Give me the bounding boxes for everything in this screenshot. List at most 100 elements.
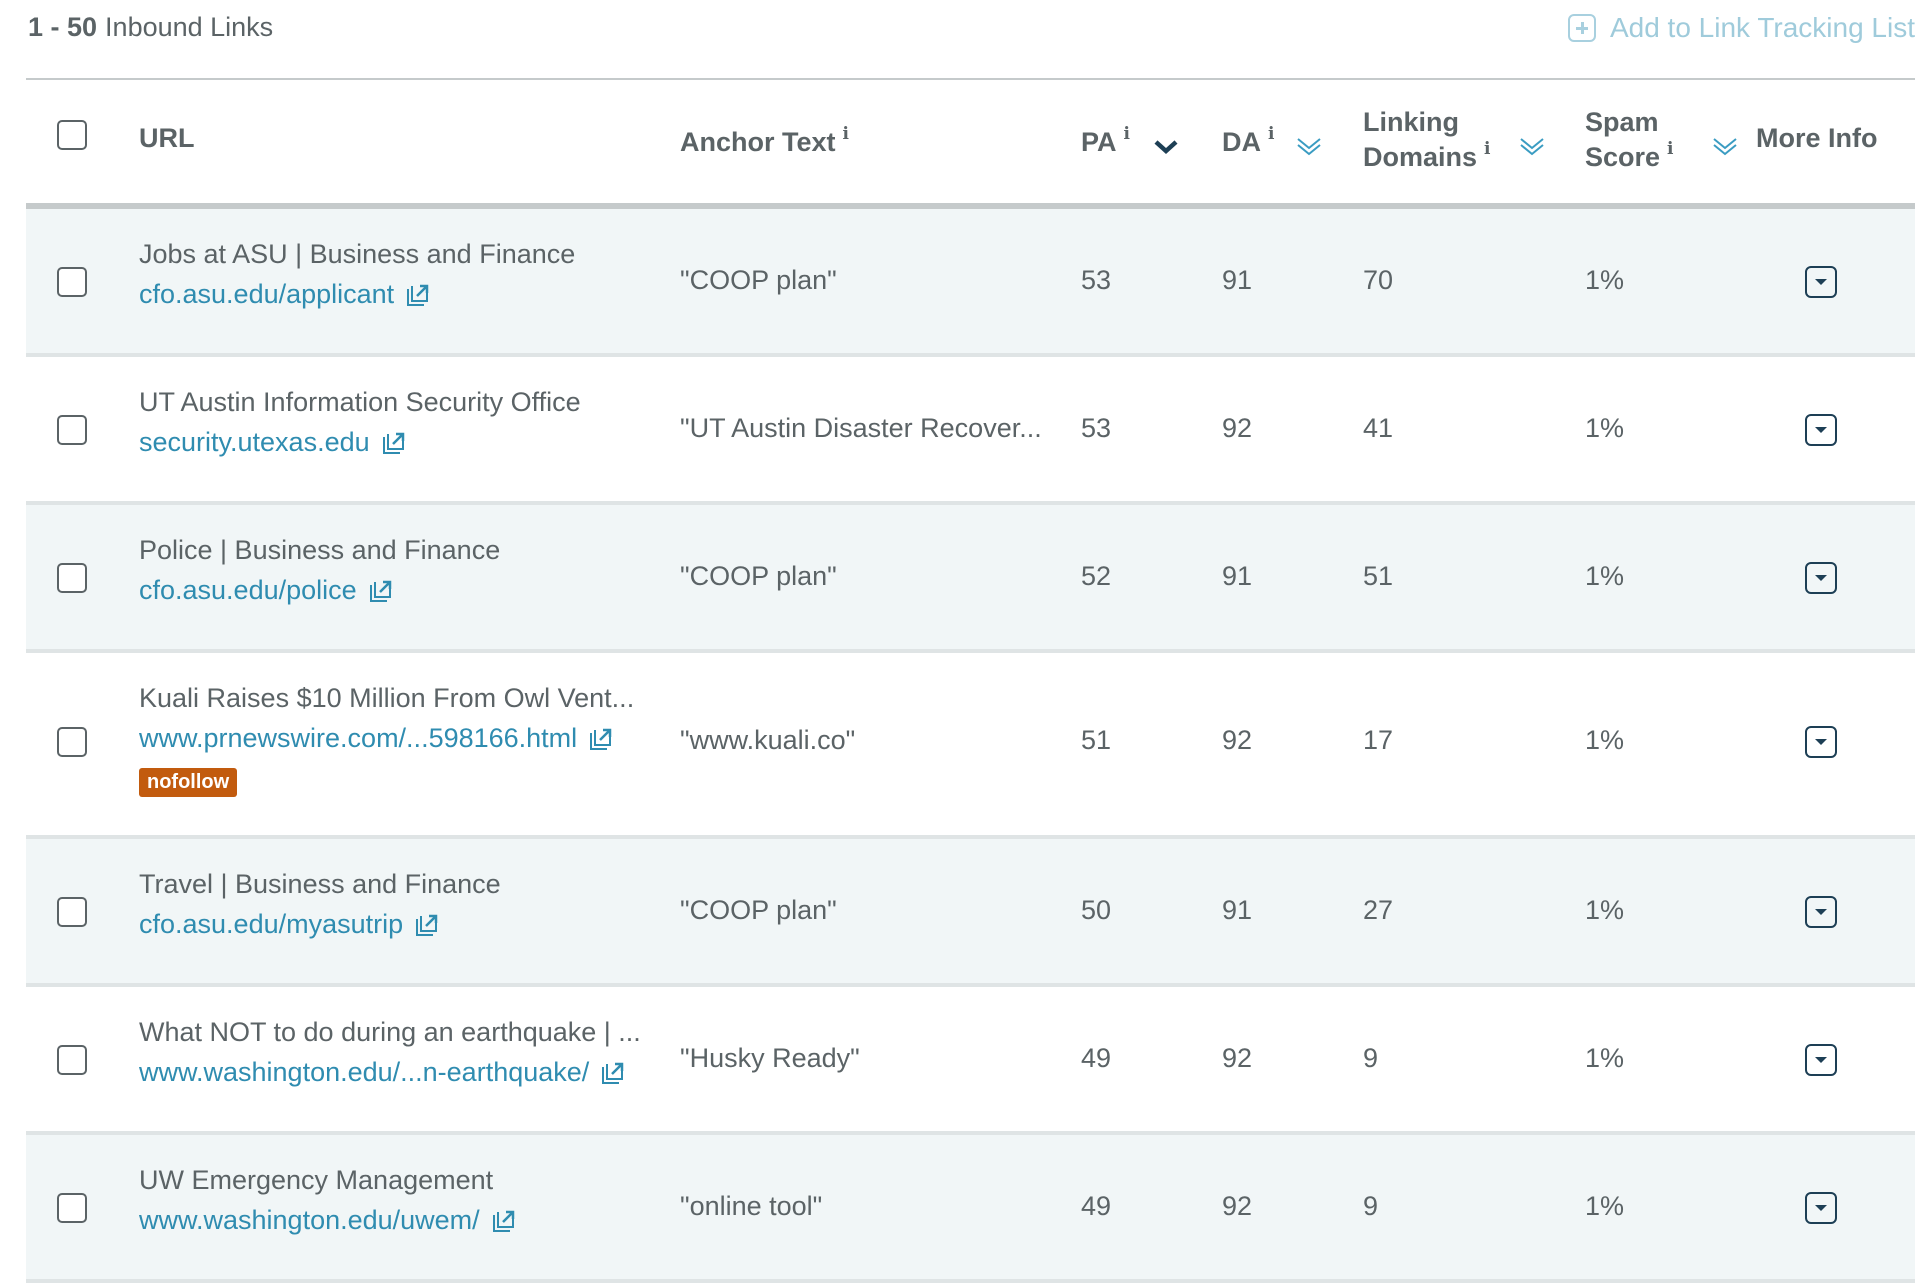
more-info-dropdown-button[interactable]: [1805, 726, 1837, 758]
external-link-icon[interactable]: [492, 1209, 516, 1233]
linking-domains-value: 70: [1363, 265, 1394, 295]
page-url-link[interactable]: security.utexas.edu: [139, 427, 406, 458]
table-row: Kuali Raises $10 Million From Owl Vent..…: [26, 653, 1915, 839]
sort-double-chevron-icon[interactable]: [1518, 136, 1546, 158]
linking-domains-value: 41: [1363, 413, 1394, 443]
pa-value: 49: [1081, 1043, 1112, 1073]
page-title: UW Emergency Management: [139, 1165, 494, 1195]
column-header-url[interactable]: URL: [139, 121, 195, 156]
da-value: 91: [1222, 265, 1253, 295]
add-to-link-tracking-list-label: Add to Link Tracking List: [1609, 12, 1915, 43]
page-title: Kuali Raises $10 Million From Owl Vent..…: [139, 683, 635, 713]
pa-value: 51: [1081, 725, 1112, 755]
add-to-link-tracking-list-button[interactable]: Add to Link Tracking List: [1567, 12, 1915, 44]
anchor-text: "UT Austin Disaster Recover...: [680, 413, 1042, 443]
spam-score-value: 1%: [1585, 413, 1625, 443]
spam-score-value: 1%: [1585, 561, 1625, 591]
pa-value: 50: [1081, 895, 1112, 925]
da-value: 91: [1222, 895, 1253, 925]
external-link-icon[interactable]: [369, 579, 393, 603]
page-title: Travel | Business and Finance: [139, 869, 501, 899]
info-icon[interactable]: i: [1268, 124, 1274, 144]
external-link-icon[interactable]: [382, 431, 406, 455]
column-header-anchor-label: Anchor Text: [680, 127, 836, 157]
table-row: UT Austin Information Security Office se…: [26, 357, 1915, 505]
results-range: 1 - 50: [28, 12, 98, 42]
table-header: URL Anchor Text i PA i DA i Linking Domains…: [26, 80, 1915, 209]
page-url: security.utexas.edu: [139, 427, 370, 457]
page-url-link[interactable]: cfo.asu.edu/myasutrip: [139, 909, 439, 940]
external-link-icon[interactable]: [589, 727, 613, 751]
column-header-da-label: DA: [1222, 127, 1261, 157]
column-header-pa-label: PA: [1081, 127, 1117, 157]
page-url: www.prnewswire.com/...598166.html: [139, 723, 578, 753]
more-info-dropdown-button[interactable]: [1805, 414, 1837, 446]
row-checkbox[interactable]: [57, 727, 87, 757]
select-all-checkbox[interactable]: [57, 120, 87, 150]
column-header-spam-score[interactable]: Spam Score i: [1585, 105, 1674, 179]
spam-score-value: 1%: [1585, 725, 1625, 755]
da-value: 92: [1222, 1043, 1253, 1073]
info-icon[interactable]: i: [843, 124, 849, 144]
linking-domains-value: 27: [1363, 895, 1394, 925]
da-value: 91: [1222, 561, 1253, 591]
anchor-text: "COOP plan": [680, 895, 837, 925]
page-url-link[interactable]: cfo.asu.edu/police: [139, 575, 393, 606]
anchor-text: "Husky Ready": [680, 1043, 860, 1073]
linking-domains-value: 17: [1363, 725, 1394, 755]
column-header-spam-line1: Spam: [1585, 107, 1659, 137]
row-checkbox[interactable]: [57, 1045, 87, 1075]
anchor-text: "online tool": [680, 1191, 823, 1221]
external-link-icon[interactable]: [415, 913, 439, 937]
da-value: 92: [1222, 1191, 1253, 1221]
spam-score-value: 1%: [1585, 1191, 1625, 1221]
info-icon[interactable]: i: [1124, 124, 1130, 144]
row-checkbox[interactable]: [57, 415, 87, 445]
external-link-icon[interactable]: [601, 1061, 625, 1085]
row-checkbox[interactable]: [57, 897, 87, 927]
more-info-dropdown-button[interactable]: [1805, 896, 1837, 928]
column-header-pa[interactable]: PA i: [1081, 124, 1130, 164]
page-url-link[interactable]: cfo.asu.edu/applicant: [139, 279, 430, 310]
page-url-link[interactable]: www.washington.edu/uwem/: [139, 1205, 516, 1236]
more-info-dropdown-button[interactable]: [1805, 562, 1837, 594]
row-checkbox[interactable]: [57, 1193, 87, 1223]
page-url: www.washington.edu/uwem/: [139, 1205, 480, 1235]
pa-value: 53: [1081, 413, 1112, 443]
more-info-dropdown-button[interactable]: [1805, 1192, 1837, 1224]
spam-score-value: 1%: [1585, 895, 1625, 925]
sort-double-chevron-icon[interactable]: [1711, 136, 1739, 158]
page-title: Police | Business and Finance: [139, 535, 501, 565]
anchor-text: "COOP plan": [680, 561, 837, 591]
page-title: What NOT to do during an earthquake | ..…: [139, 1017, 641, 1047]
linking-domains-value: 51: [1363, 561, 1394, 591]
external-link-icon[interactable]: [406, 283, 430, 307]
row-checkbox[interactable]: [57, 267, 87, 297]
sort-desc-active-icon[interactable]: [1153, 138, 1179, 156]
plus-square-icon: [1567, 14, 1596, 42]
page-title: Jobs at ASU | Business and Finance: [139, 239, 576, 269]
page-url-link[interactable]: www.washington.edu/...n-earthquake/: [139, 1057, 625, 1088]
column-header-anchor-text: Anchor Text i: [680, 124, 849, 164]
more-info-dropdown-button[interactable]: [1805, 266, 1837, 298]
results-count: 1 - 50 Inbound Links: [28, 12, 273, 43]
sort-double-chevron-icon[interactable]: [1295, 136, 1323, 158]
column-header-url-label: URL: [139, 123, 195, 153]
info-icon[interactable]: i: [1484, 139, 1490, 159]
table-row: Jobs at ASU | Business and Finance cfo.a…: [26, 209, 1915, 357]
page-url-link[interactable]: www.prnewswire.com/...598166.html: [139, 723, 613, 754]
da-value: 92: [1222, 413, 1253, 443]
page-url: www.washington.edu/...n-earthquake/: [139, 1057, 590, 1087]
pa-value: 52: [1081, 561, 1112, 591]
pa-value: 49: [1081, 1191, 1112, 1221]
linking-domains-value: 9: [1363, 1191, 1379, 1221]
column-header-linking-domains[interactable]: Linking Domains i: [1363, 105, 1491, 179]
row-checkbox[interactable]: [57, 563, 87, 593]
info-icon[interactable]: i: [1667, 139, 1673, 159]
table-row: What NOT to do during an earthquake | ..…: [26, 987, 1915, 1135]
table-row: Travel | Business and Finance cfo.asu.ed…: [26, 839, 1915, 987]
column-header-da[interactable]: DA i: [1222, 124, 1274, 164]
more-info-dropdown-button[interactable]: [1805, 1044, 1837, 1076]
da-value: 92: [1222, 725, 1253, 755]
column-header-ld-line2: Domains: [1363, 142, 1478, 172]
